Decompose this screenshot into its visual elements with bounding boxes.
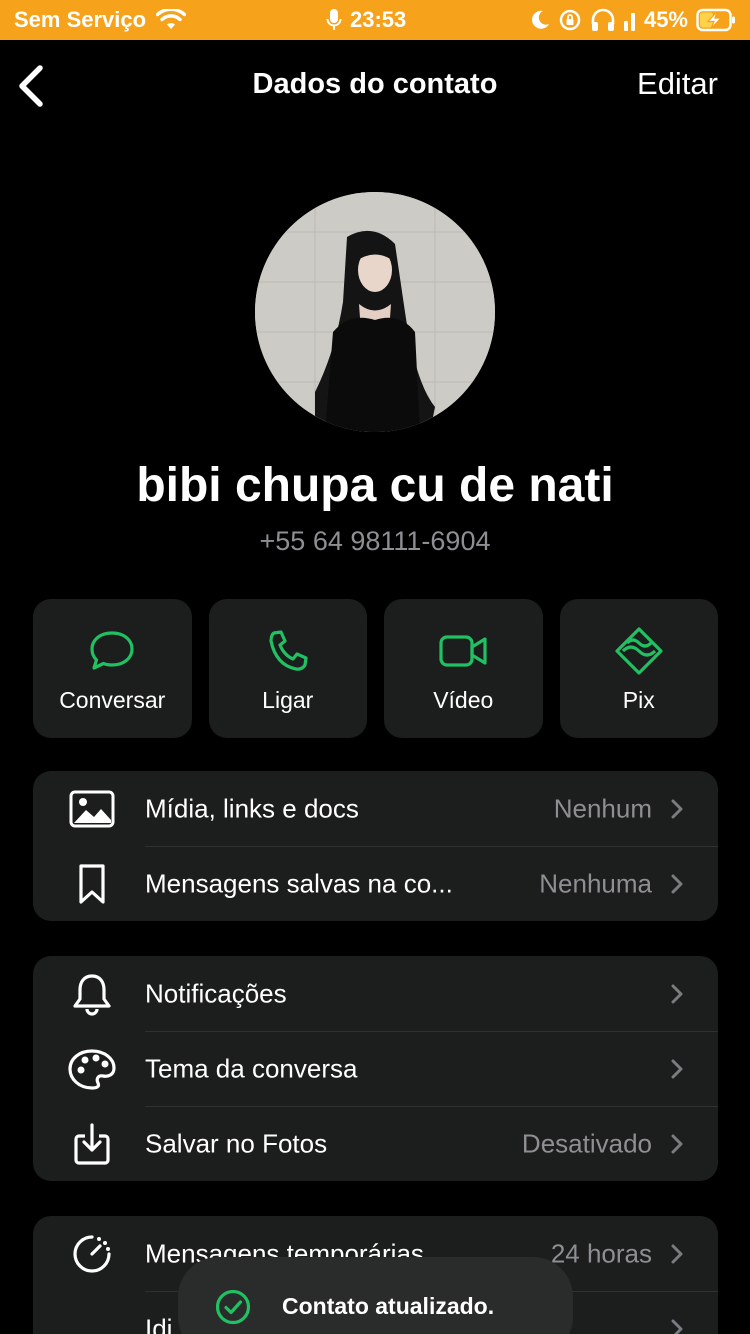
video-button[interactable]: Vídeo bbox=[384, 599, 543, 738]
phone-icon bbox=[269, 630, 308, 671]
chevron-right-icon bbox=[671, 874, 683, 893]
check-circle-icon bbox=[215, 1289, 251, 1325]
chevron-right-icon bbox=[671, 1059, 683, 1078]
toast-label: Contato atualizado. bbox=[282, 1293, 495, 1319]
chevron-right-icon bbox=[671, 1134, 683, 1153]
bell-icon bbox=[67, 971, 117, 1017]
chevron-right-icon bbox=[671, 1244, 683, 1263]
saved-messages-label: Mensagens salvas na co... bbox=[145, 868, 453, 898]
notifications-label: Notificações bbox=[145, 978, 287, 1008]
contact-avatar[interactable] bbox=[255, 192, 495, 432]
battery-charging-icon bbox=[696, 8, 736, 32]
media-group: Mídia, links e docs Nenhum Mensagens sal… bbox=[33, 771, 718, 921]
signal-icon bbox=[623, 9, 636, 31]
pix-icon bbox=[615, 627, 663, 675]
chevron-right-icon bbox=[671, 984, 683, 1003]
video-label: Vídeo bbox=[433, 687, 494, 713]
palette-icon bbox=[67, 1046, 117, 1092]
ligar-label: Ligar bbox=[262, 687, 314, 713]
status-bar: Sem Serviço 23:53 45% bbox=[0, 0, 750, 40]
clock-time: 23:53 bbox=[350, 7, 407, 32]
image-icon bbox=[67, 786, 117, 832]
timer-icon bbox=[67, 1231, 117, 1277]
bookmark-icon bbox=[67, 861, 117, 907]
chevron-right-icon bbox=[671, 1319, 683, 1334]
media-links-docs-row[interactable]: Mídia, links e docs Nenhum bbox=[33, 771, 718, 846]
save-to-photos-row[interactable]: Salvar no Fotos Desativado bbox=[33, 1106, 718, 1181]
media-label: Mídia, links e docs bbox=[145, 793, 359, 823]
orientation-lock-icon bbox=[558, 8, 582, 32]
wifi-icon bbox=[156, 9, 187, 31]
contact-updated-toast: Contato atualizado. bbox=[178, 1257, 573, 1334]
disappearing-messages-value: 24 horas bbox=[550, 1238, 652, 1268]
saved-messages-row[interactable]: Mensagens salvas na co... Nenhuma bbox=[33, 846, 718, 921]
settings-group: Notificações Tema da conversa Salvar no … bbox=[33, 956, 718, 1181]
carrier-label: Sem Serviço bbox=[14, 7, 147, 32]
video-icon bbox=[439, 635, 487, 667]
ligar-button[interactable]: Ligar bbox=[208, 599, 367, 738]
contact-phone[interactable]: +55 64 98111-6904 bbox=[0, 526, 750, 557]
chat-icon bbox=[90, 631, 134, 670]
save-to-photos-value: Desativado bbox=[521, 1128, 652, 1158]
chevron-right-icon bbox=[671, 799, 683, 818]
save-icon bbox=[67, 1121, 117, 1167]
chat-theme-row[interactable]: Tema da conversa bbox=[33, 1031, 718, 1106]
moon-icon bbox=[530, 9, 550, 31]
language-label: Idi bbox=[145, 1313, 173, 1334]
contact-actions: Conversar Ligar Vídeo Pix bbox=[33, 599, 718, 738]
headphones-icon bbox=[590, 8, 616, 32]
conversar-button[interactable]: Conversar bbox=[33, 599, 192, 738]
pix-label: Pix bbox=[622, 687, 655, 713]
chat-theme-label: Tema da conversa bbox=[145, 1053, 358, 1083]
battery-percentage: 45% bbox=[643, 7, 688, 32]
contact-name: bibi chupa cu de nati bbox=[136, 459, 614, 512]
saved-messages-value: Nenhuma bbox=[539, 868, 652, 898]
edit-button[interactable]: Editar bbox=[637, 66, 718, 102]
microphone-icon bbox=[326, 8, 342, 32]
language-icon bbox=[67, 1306, 117, 1334]
pix-button[interactable]: Pix bbox=[559, 599, 718, 738]
media-value: Nenhum bbox=[553, 793, 652, 823]
navigation-bar: Dados do contato Editar bbox=[0, 40, 750, 130]
conversar-label: Conversar bbox=[59, 687, 166, 713]
notifications-row[interactable]: Notificações bbox=[33, 956, 718, 1031]
avatar-photo bbox=[255, 192, 495, 432]
save-to-photos-label: Salvar no Fotos bbox=[145, 1128, 328, 1158]
